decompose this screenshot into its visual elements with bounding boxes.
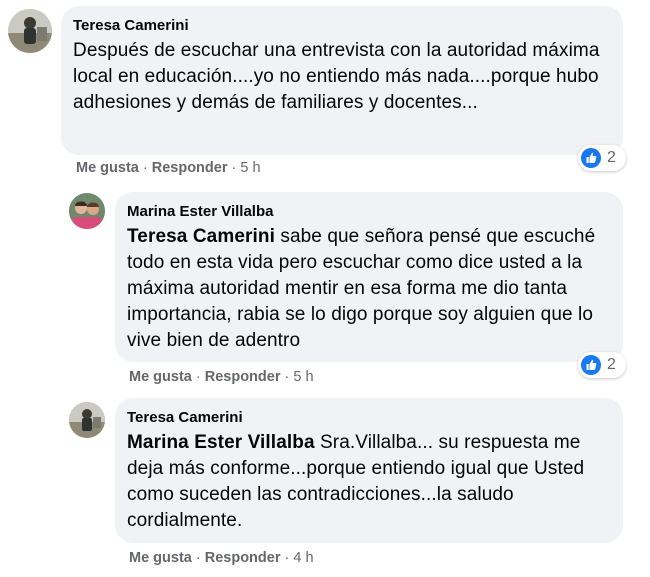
comment-text: Después de escuchar una entrevista con l… bbox=[73, 38, 611, 116]
comment-bubble: Teresa Camerini Después de escuchar una … bbox=[61, 6, 623, 155]
comment-actions: Me gusta · Responder · 5 h bbox=[129, 369, 314, 385]
comment-author[interactable]: Marina Ester Villalba bbox=[127, 202, 611, 222]
comment-timestamp[interactable]: 5 h bbox=[293, 369, 313, 385]
separator-dot: · bbox=[195, 550, 205, 566]
comment-actions: Me gusta · Responder · 4 h bbox=[129, 550, 314, 566]
reaction-count: 2 bbox=[607, 149, 616, 166]
like-button[interactable]: Me gusta bbox=[129, 550, 192, 566]
comment-author[interactable]: Teresa Camerini bbox=[73, 16, 611, 36]
comment-timestamp[interactable]: 5 h bbox=[240, 160, 260, 176]
reaction-count-badge[interactable]: 2 bbox=[578, 145, 626, 171]
comment-text: Teresa Camerini sabe que señora pensé qu… bbox=[127, 224, 611, 354]
like-icon bbox=[581, 355, 601, 375]
reaction-count-badge[interactable]: 2 bbox=[578, 352, 626, 378]
like-icon bbox=[581, 148, 601, 168]
comment-author[interactable]: Teresa Camerini bbox=[127, 408, 611, 428]
separator-dot: · bbox=[195, 369, 205, 385]
mention-link[interactable]: Teresa Camerini bbox=[127, 226, 275, 247]
comment-body: Después de escuchar una entrevista con l… bbox=[73, 40, 600, 113]
reply-button[interactable]: Responder bbox=[205, 369, 281, 385]
comment-bubble: Teresa Camerini Marina Ester Villalba Sr… bbox=[115, 398, 623, 543]
comment-actions: Me gusta · Responder · 5 h bbox=[76, 160, 261, 176]
reaction-count: 2 bbox=[607, 356, 616, 373]
two-people-photo-icon bbox=[69, 193, 105, 229]
person-outdoor-photo-icon bbox=[69, 402, 105, 438]
comment-bubble: Marina Ester Villalba Teresa Camerini sa… bbox=[115, 192, 623, 362]
avatar[interactable] bbox=[8, 9, 52, 53]
reply-button[interactable]: Responder bbox=[152, 160, 228, 176]
mention-link[interactable]: Marina Ester Villalba bbox=[127, 432, 315, 453]
person-outdoor-photo-icon bbox=[8, 9, 52, 53]
avatar[interactable] bbox=[69, 402, 105, 438]
comment-text: Marina Ester Villalba Sra.Villalba... su… bbox=[127, 430, 611, 534]
comment-timestamp[interactable]: 4 h bbox=[293, 550, 313, 566]
avatar[interactable] bbox=[69, 193, 105, 229]
reply-button[interactable]: Responder bbox=[205, 550, 281, 566]
like-button[interactable]: Me gusta bbox=[76, 160, 139, 176]
separator-dot: · bbox=[142, 160, 152, 176]
like-button[interactable]: Me gusta bbox=[129, 369, 192, 385]
